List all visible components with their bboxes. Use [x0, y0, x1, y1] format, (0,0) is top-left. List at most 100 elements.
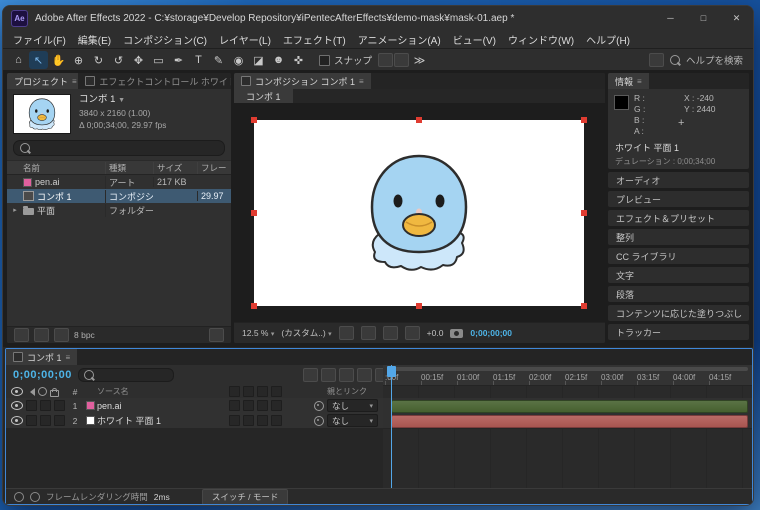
layer-visibility-icon[interactable]: [11, 401, 23, 410]
minimize-button[interactable]: ─: [654, 6, 687, 30]
timeline-track-area[interactable]: :00f 00:15f 01:00f 01:15f 02:00f 02:15f …: [383, 365, 752, 489]
panel-character[interactable]: 文字: [608, 267, 749, 283]
current-time-display[interactable]: 0;00;00;00: [13, 369, 72, 381]
selection-handle[interactable]: [416, 303, 422, 309]
frame-blending-icon[interactable]: [357, 368, 372, 382]
panel-cc-libraries[interactable]: CC ライブラリ: [608, 248, 749, 264]
selection-handle[interactable]: [251, 117, 257, 123]
layer-source-name[interactable]: pen.ai: [97, 401, 225, 411]
solo-icon[interactable]: [38, 387, 47, 396]
column-name[interactable]: 名前: [23, 162, 105, 174]
menu-view[interactable]: ビュー(V): [447, 32, 502, 47]
tab-effect-controls[interactable]: エフェクトコントロール ホワイト: [78, 73, 231, 89]
type-tool-icon[interactable]: T: [189, 51, 208, 69]
menu-file[interactable]: ファイル(F): [7, 32, 72, 47]
new-composition-icon[interactable]: [54, 328, 69, 342]
menu-effect[interactable]: エフェクト(T): [277, 32, 352, 47]
panel-menu-icon[interactable]: ≡: [72, 77, 77, 86]
column-parent-link[interactable]: 親とリンク: [327, 386, 383, 397]
video-visibility-icon[interactable]: [11, 387, 23, 396]
panel-align[interactable]: 整列: [608, 229, 749, 245]
grid-guides-icon[interactable]: [338, 326, 354, 340]
new-folder-icon[interactable]: [34, 328, 49, 342]
selection-handle[interactable]: [581, 210, 587, 216]
column-source-name[interactable]: ソース名: [97, 386, 225, 397]
project-row-solids-folder[interactable]: ▸ 平面 フォルダー: [7, 203, 231, 217]
playhead-line[interactable]: [391, 365, 392, 489]
rotation-tool-icon[interactable]: ↺: [109, 51, 128, 69]
time-ruler[interactable]: :00f 00:15f 01:00f 01:15f 02:00f 02:15f …: [383, 365, 752, 386]
twirl-icon[interactable]: ▸: [7, 206, 23, 214]
mask-shape-tool-icon[interactable]: ▭: [149, 51, 168, 69]
lock-icon[interactable]: [50, 387, 59, 397]
selection-handle[interactable]: [251, 303, 257, 309]
panel-menu-icon[interactable]: ≡: [637, 77, 642, 86]
snap-option2-icon[interactable]: [394, 53, 410, 67]
exposure-value[interactable]: +0.0: [427, 328, 444, 338]
region-of-interest-icon[interactable]: [382, 326, 398, 340]
layer-label-chip[interactable]: [85, 401, 95, 410]
column-size[interactable]: サイズ: [153, 161, 197, 174]
audio-toggle[interactable]: [26, 400, 37, 411]
snap-option-icon[interactable]: [378, 53, 394, 67]
layer-bar-penai[interactable]: [391, 400, 748, 413]
collapse-toggle[interactable]: [243, 400, 254, 411]
zoom-tool-icon[interactable]: ⊕: [69, 51, 88, 69]
panel-effects-presets[interactable]: エフェクト＆プリセット: [608, 210, 749, 226]
shy-toggle[interactable]: [229, 415, 240, 426]
layer-source-name[interactable]: ホワイト 平面 1: [97, 414, 225, 427]
collapse-toggle[interactable]: [243, 415, 254, 426]
switches-modes-button[interactable]: スイッチ / モード: [201, 488, 289, 504]
lock-toggle[interactable]: [54, 400, 65, 411]
selection-handle[interactable]: [581, 117, 587, 123]
playhead-handle[interactable]: [387, 366, 396, 377]
parent-select[interactable]: なし ▾: [327, 399, 378, 412]
trash-icon[interactable]: [209, 328, 224, 342]
label-color-chip[interactable]: [23, 177, 32, 187]
snap-checkbox[interactable]: [319, 54, 330, 66]
panel-audio[interactable]: オーディオ: [608, 172, 749, 188]
home-tool-icon[interactable]: ⌂: [9, 51, 28, 69]
selection-handle[interactable]: [251, 210, 257, 216]
clone-stamp-tool-icon[interactable]: ◉: [229, 51, 248, 69]
effect-toggle[interactable]: [271, 415, 282, 426]
panel-content-aware-fill[interactable]: コンテンツに応じた塗りつぶし: [608, 305, 749, 321]
draft-3d-icon[interactable]: [321, 368, 336, 382]
column-type[interactable]: 種類: [105, 161, 153, 174]
tab-timeline-comp1[interactable]: コンポ 1 ≡: [6, 349, 78, 365]
interpret-footage-icon[interactable]: [14, 328, 29, 342]
chevron-down-icon[interactable]: ▼: [118, 97, 125, 104]
roto-brush-tool-icon[interactable]: ☻: [269, 51, 288, 69]
effect-toggle[interactable]: [271, 400, 282, 411]
color-depth-label[interactable]: 8 bpc: [74, 330, 95, 340]
help-search[interactable]: ヘルプを検索: [648, 53, 747, 67]
layer-row-2[interactable]: 2 ホワイト 平面 1 なし ▾: [6, 413, 383, 429]
composition-viewer[interactable]: [234, 103, 605, 323]
mask-visibility-icon[interactable]: [360, 326, 376, 340]
menu-window[interactable]: ウィンドウ(W): [502, 32, 580, 47]
solo-toggle[interactable]: [40, 415, 51, 426]
project-row-penai[interactable]: pen.ai アート 217 KB: [7, 175, 231, 189]
project-table-header[interactable]: 名前 種類 サイズ フレー: [7, 160, 231, 175]
hand-tool-icon[interactable]: ✋: [49, 51, 68, 69]
layer-visibility-icon[interactable]: [11, 416, 23, 425]
pen-tool-icon[interactable]: ✒: [169, 51, 188, 69]
panel-menu-icon[interactable]: ≡: [359, 77, 364, 86]
composition-flowchart-icon[interactable]: [303, 368, 318, 382]
panel-paragraph[interactable]: 段落: [608, 286, 749, 302]
brush-tool-icon[interactable]: ✎: [209, 51, 228, 69]
tab-project[interactable]: プロジェクト ≡: [7, 73, 79, 89]
audio-toggle[interactable]: [26, 415, 37, 426]
panel-menu-icon[interactable]: ≡: [66, 353, 71, 362]
close-button[interactable]: ✕: [720, 6, 753, 30]
layer-row-1[interactable]: 1 pen.ai なし ▾: [6, 398, 383, 414]
timeline-search-input[interactable]: [77, 368, 174, 382]
project-search-input[interactable]: [13, 140, 225, 156]
transparency-grid-icon[interactable]: [404, 326, 420, 340]
audio-icon[interactable]: [26, 387, 35, 396]
lock-toggle[interactable]: [54, 415, 65, 426]
menu-layer[interactable]: レイヤー(L): [213, 32, 277, 47]
viewer-current-time[interactable]: 0;00;00;00: [470, 328, 512, 338]
project-row-comp1[interactable]: コンポ 1 コンポジション 29.97: [7, 189, 231, 203]
eraser-tool-icon[interactable]: ◪: [249, 51, 268, 69]
